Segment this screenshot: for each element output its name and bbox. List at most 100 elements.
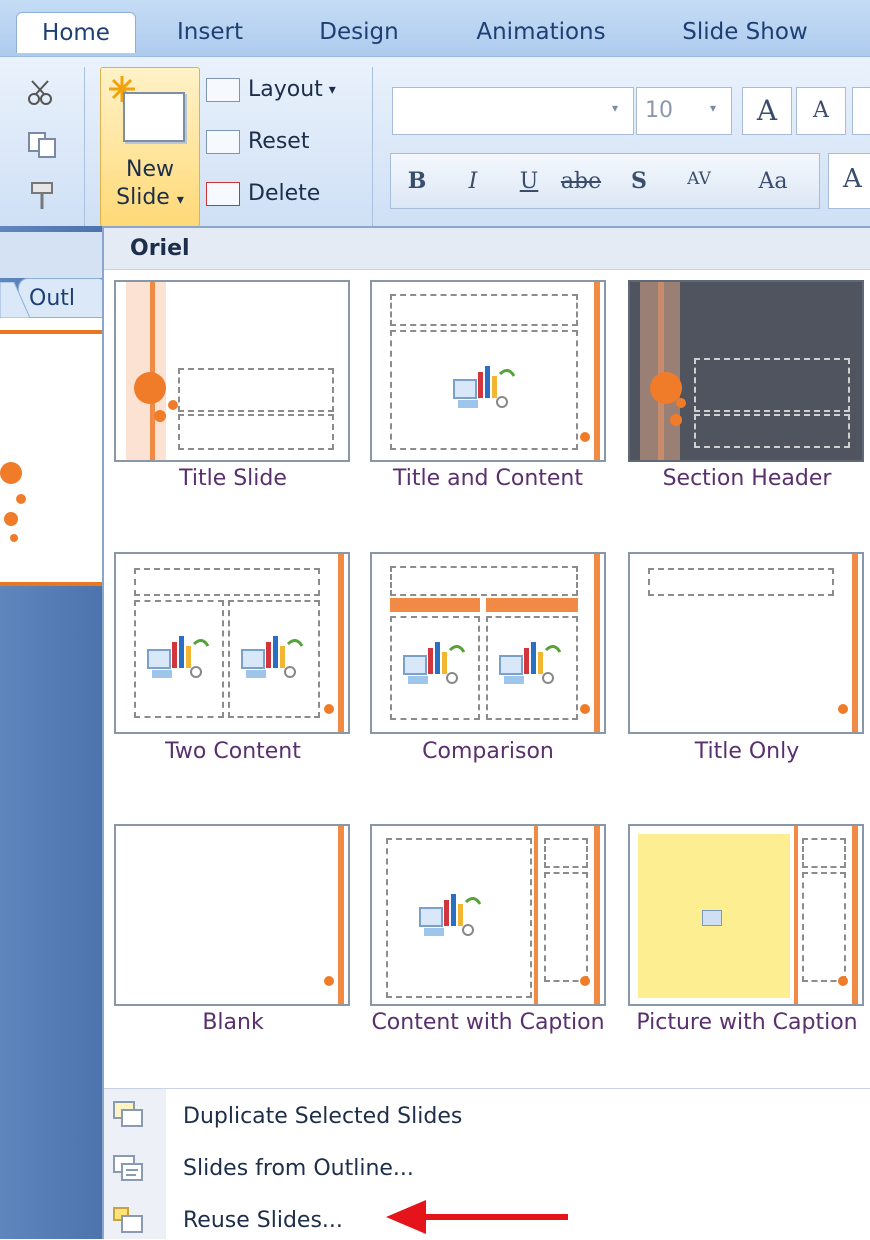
theme-name: Oriel [130, 236, 190, 261]
text-placeholder [802, 872, 846, 982]
new-slide-label-line2: Slide [116, 185, 170, 210]
layout-label: Section Header [662, 466, 832, 491]
text-placeholder [544, 872, 588, 982]
layout-decoration [134, 372, 166, 404]
layout-decoration [852, 554, 858, 732]
layout-decoration [534, 826, 538, 1004]
layout-decoration [838, 704, 848, 714]
layout-blank[interactable] [114, 824, 350, 1006]
thumbnail-decoration [16, 494, 26, 504]
layout-decoration [658, 282, 664, 460]
content-icon [146, 634, 212, 680]
title-placeholder [694, 358, 850, 412]
layout-two-content[interactable] [114, 552, 350, 734]
format-painter-icon[interactable] [28, 181, 58, 211]
reuse-slides-item[interactable]: Reuse Slides... [183, 1208, 343, 1233]
new-slide-label-line1: New [126, 157, 174, 182]
cut-icon[interactable] [26, 79, 56, 105]
italic-button[interactable]: I [453, 160, 493, 202]
bold-button[interactable]: B [397, 160, 437, 202]
grow-font-button[interactable]: A [742, 87, 792, 135]
thumbnail-decoration [0, 462, 22, 484]
tab-design[interactable]: Design [296, 12, 422, 52]
layout-decoration [580, 704, 590, 714]
slides-from-outline-item[interactable]: Slides from Outline... [183, 1156, 414, 1181]
shrink-font-button[interactable]: A [796, 87, 846, 135]
layout-label: Title Only [694, 739, 800, 764]
chevron-down-icon[interactable]: ▾ [710, 101, 716, 115]
layout-comparison[interactable] [370, 552, 606, 734]
layout-label: Layout [248, 77, 323, 102]
text-placeholder [694, 414, 850, 448]
group-divider [84, 67, 85, 227]
layout-title-only[interactable] [628, 552, 864, 734]
pane-strip [0, 318, 104, 330]
tab-insert[interactable]: Insert [150, 12, 270, 52]
tab-home[interactable]: Home [16, 12, 136, 53]
underline-button[interactable]: U [509, 160, 549, 202]
slide-thumbnail[interactable] [0, 330, 104, 586]
clear-formatting-button[interactable] [852, 87, 870, 135]
layout-content-with-caption[interactable] [370, 824, 606, 1006]
layout-label: Title and Content [392, 466, 584, 491]
title-placeholder [648, 568, 834, 596]
reset-label: Reset [248, 129, 310, 154]
menu-separator [104, 1088, 870, 1089]
reset-icon [206, 129, 240, 154]
duplicate-slides-icon [112, 1100, 146, 1130]
layout-decoration [676, 398, 686, 408]
layout-title-slide[interactable] [114, 280, 350, 462]
tab-slide-show[interactable]: Slide Show [660, 12, 830, 52]
layout-decoration [852, 826, 858, 1004]
font-size-combo[interactable]: 10 [636, 87, 732, 135]
title-placeholder [134, 568, 320, 596]
content-icon [402, 640, 468, 686]
layout-icon [206, 77, 240, 102]
title-placeholder [390, 294, 578, 326]
tab-animations[interactable]: Animations [448, 12, 634, 52]
chevron-down-icon: ▾ [176, 192, 184, 208]
content-icon [498, 640, 564, 686]
title-placeholder [802, 838, 846, 868]
delete-button[interactable]: Delete [206, 181, 320, 206]
theme-header: Oriel [104, 228, 870, 270]
font-name-combo[interactable] [392, 87, 634, 135]
font-color-button[interactable]: A [828, 153, 870, 209]
layout-decoration [324, 976, 334, 986]
layout-decoration [324, 704, 334, 714]
layout-decoration [580, 976, 590, 986]
layout-decoration [126, 282, 166, 460]
copy-icon[interactable] [26, 131, 60, 159]
strikethrough-button[interactable]: abe [551, 160, 611, 202]
new-slide-button[interactable]: New Slide ▾ [100, 67, 200, 227]
content-icon [240, 634, 306, 680]
layout-label: Title Slide [179, 466, 287, 491]
tab-slides[interactable] [0, 281, 31, 319]
change-case-button[interactable]: Aa [743, 160, 803, 202]
thumbnail-decoration [10, 534, 18, 542]
tab-outline[interactable]: Outl [18, 278, 108, 318]
layout-label: Two Content [165, 739, 301, 764]
layout-decoration [594, 554, 600, 732]
duplicate-selected-slides-item[interactable]: Duplicate Selected Slides [183, 1104, 462, 1129]
layout-decoration [794, 826, 798, 1004]
layout-decoration [594, 282, 600, 460]
heading-placeholder [486, 598, 578, 612]
layout-label: Blank [202, 1010, 264, 1035]
reset-button[interactable]: Reset [206, 129, 309, 154]
content-icon [418, 892, 484, 938]
layout-decoration [594, 826, 600, 1004]
layout-decoration [670, 414, 682, 426]
layout-picture-with-caption[interactable] [628, 824, 864, 1006]
layout-decoration [338, 826, 344, 1004]
layout-section-header[interactable] [628, 280, 864, 462]
text-shadow-button[interactable]: S [619, 160, 659, 202]
layout-decoration [580, 432, 590, 442]
character-spacing-button[interactable]: AV [671, 158, 727, 200]
heading-placeholder [390, 598, 480, 612]
layout-title-and-content[interactable] [370, 280, 606, 462]
chevron-down-icon[interactable]: ▾ [612, 101, 618, 115]
tab-outline-label: Outl [29, 285, 75, 311]
layout-button[interactable]: Layout ▾ [206, 77, 336, 102]
reuse-slides-icon [112, 1206, 146, 1236]
